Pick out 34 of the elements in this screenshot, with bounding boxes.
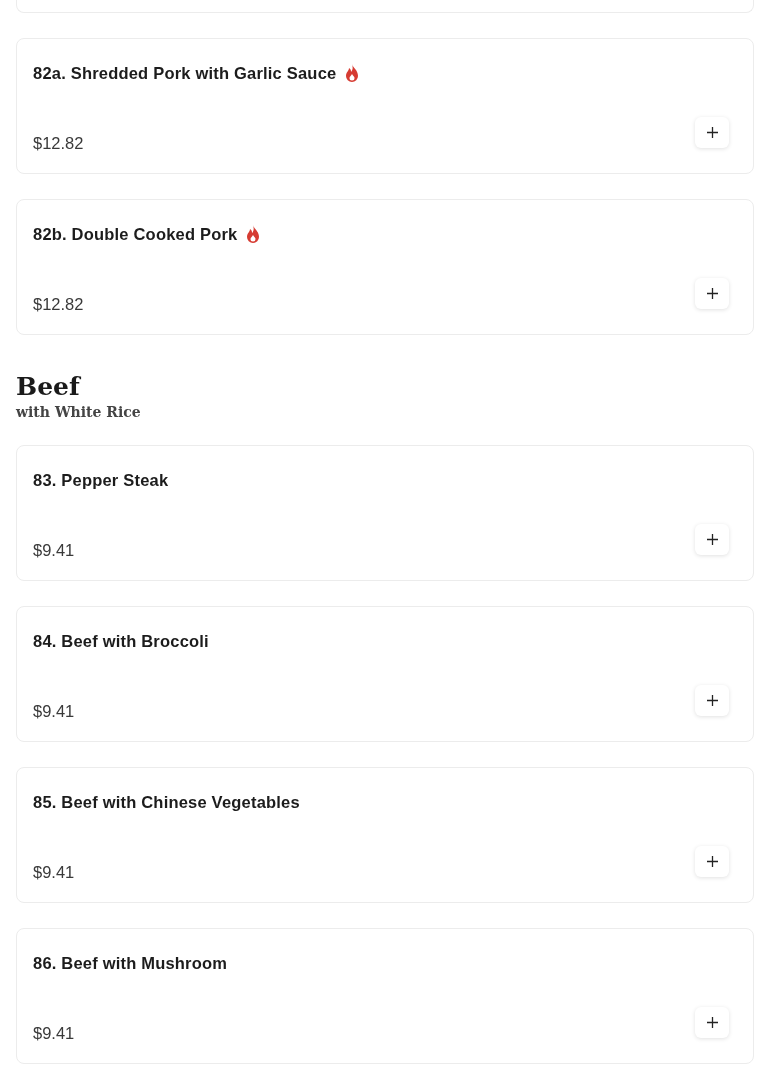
add-button[interactable]	[695, 846, 729, 877]
add-button[interactable]	[695, 278, 729, 309]
plus-icon	[706, 534, 718, 545]
item-price: $9.41	[33, 862, 75, 882]
plus-icon	[706, 695, 718, 706]
add-button[interactable]	[695, 1007, 729, 1038]
item-price: $9.41	[33, 701, 75, 721]
add-button[interactable]	[695, 117, 729, 148]
flame-icon	[245, 224, 262, 244]
item-name: 82a. Shredded Pork with Garlic Sauce	[33, 63, 337, 83]
item-name: 84. Beef with Broccoli	[33, 631, 209, 651]
item-price: $12.82	[33, 133, 84, 153]
menu-item-card[interactable]: 86. Beef with Mushroom $9.41	[16, 928, 754, 1064]
plus-icon	[706, 127, 718, 138]
item-name: 83. Pepper Steak	[33, 470, 169, 490]
menu-item-card[interactable]: 84. Beef with Broccoli $9.41	[16, 606, 754, 742]
flame-icon	[344, 63, 361, 83]
item-price: $9.41	[33, 1023, 75, 1043]
item-name: 82b. Double Cooked Pork	[33, 224, 238, 244]
item-price: $12.82	[33, 294, 84, 314]
menu-item-card[interactable]: 82b. Double Cooked Pork $12.82	[16, 199, 754, 335]
item-name: 86. Beef with Mushroom	[33, 953, 228, 973]
plus-icon	[706, 856, 718, 867]
plus-icon	[706, 1017, 718, 1028]
item-name: 85. Beef with Chinese Vegetables	[33, 792, 300, 812]
menu-item-card[interactable]: 83. Pepper Steak $9.41	[16, 445, 754, 581]
menu-item-card[interactable]: 85. Beef with Chinese Vegetables $9.41	[16, 767, 754, 903]
plus-icon	[706, 288, 718, 299]
section-title: Beef	[16, 372, 82, 402]
section-subtitle: with White Rice	[16, 403, 142, 422]
item-price: $9.41	[33, 540, 75, 560]
menu-item-card[interactable]: 82a. Shredded Pork with Garlic Sauce $12.82	[16, 38, 754, 174]
add-button[interactable]	[695, 524, 729, 555]
add-button[interactable]	[695, 685, 729, 716]
